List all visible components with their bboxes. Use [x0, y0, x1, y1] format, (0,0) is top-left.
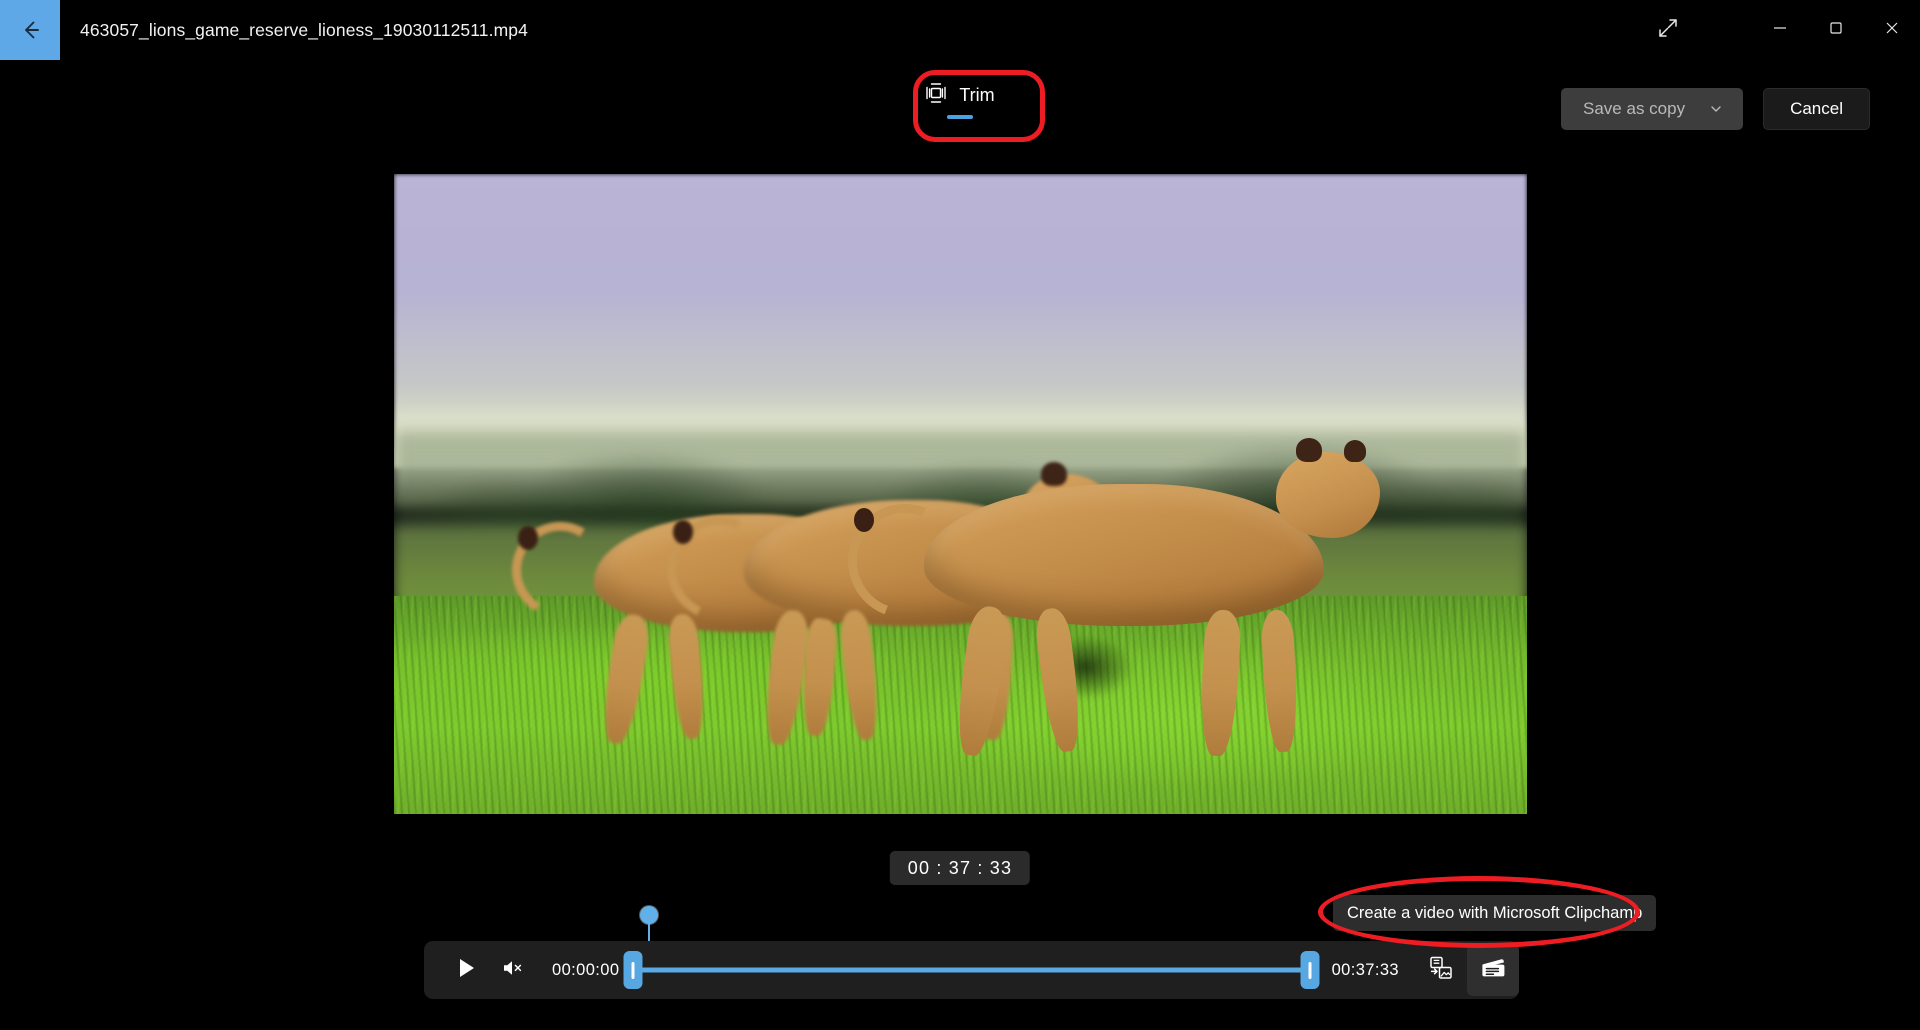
title-bar: 463057_lions_game_reserve_lioness_190301… — [0, 0, 1920, 60]
play-button[interactable] — [444, 948, 490, 992]
save-frame-as-photo-icon — [1428, 955, 1454, 986]
action-buttons: Save as copy Cancel — [1561, 88, 1870, 130]
chevron-down-icon[interactable] — [1709, 102, 1739, 116]
tab-trim[interactable]: Trim — [905, 70, 1015, 130]
current-time-label: 00:00:00 — [552, 960, 620, 979]
video-editor-window: 463057_lions_game_reserve_lioness_190301… — [0, 0, 1920, 1030]
clipchamp-tooltip: Create a video with Microsoft Clipchamp — [1333, 895, 1657, 931]
mute-button[interactable] — [490, 948, 536, 992]
trim-duration-chip[interactable]: 00 : 37 : 33 — [889, 851, 1031, 885]
video-preview[interactable] — [394, 174, 1527, 814]
trim-handle-end[interactable] — [1300, 951, 1320, 989]
speaker-muted-icon — [501, 957, 525, 984]
save-as-copy-label: Save as copy — [1583, 99, 1686, 118]
trim-icon — [925, 82, 947, 109]
tab-trim-label: Trim — [959, 84, 995, 105]
save-frame-button[interactable] — [1415, 944, 1467, 996]
minimize-icon — [1772, 20, 1788, 41]
duration-label: 00:37:33 — [1331, 960, 1399, 979]
track-selection — [633, 967, 1310, 973]
trim-track[interactable] — [623, 948, 1320, 992]
expand-diagonal-icon — [1657, 17, 1679, 44]
trim-handle-start[interactable] — [623, 951, 643, 989]
save-as-copy-button[interactable]: Save as copy — [1561, 88, 1744, 130]
cancel-button[interactable]: Cancel — [1763, 88, 1870, 130]
back-button[interactable] — [0, 0, 60, 60]
back-arrow-icon — [17, 17, 43, 43]
file-name-label: 463057_lions_game_reserve_lioness_190301… — [80, 19, 528, 40]
player-control-bar: 00:00:00 00:37:33 — [424, 941, 1519, 999]
clapperboard-icon — [1479, 955, 1507, 986]
cancel-label: Cancel — [1790, 99, 1843, 118]
lioness-front — [824, 438, 1384, 774]
window-controls — [1640, 0, 1920, 60]
fullscreen-button[interactable] — [1640, 0, 1696, 60]
minimize-button[interactable] — [1752, 0, 1808, 60]
maximize-restore-icon — [1828, 20, 1844, 41]
maximize-button[interactable] — [1808, 0, 1864, 60]
close-button[interactable] — [1864, 0, 1920, 60]
clipchamp-button[interactable] — [1467, 944, 1519, 996]
close-icon — [1884, 20, 1900, 41]
video-frame-image — [394, 174, 1527, 814]
play-icon — [457, 957, 477, 984]
tab-selected-indicator — [947, 114, 973, 119]
